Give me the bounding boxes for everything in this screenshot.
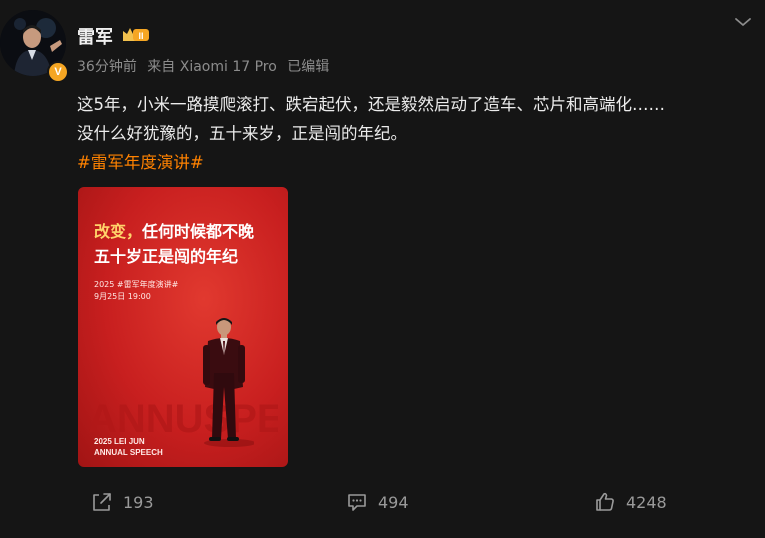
crown-level-badge-icon[interactable]: II xyxy=(121,25,151,43)
weibo-post-card: V 雷军 II 36分钟前 来自 Xiaomi 17 Pro 已编辑 这5年，小… xyxy=(0,0,765,538)
share-icon xyxy=(93,493,111,511)
comment-count: 494 xyxy=(378,492,409,512)
chevron-down-icon xyxy=(735,18,751,26)
hashtag-link[interactable]: #雷军年度演讲# xyxy=(77,148,665,177)
repost-button[interactable]: 193 xyxy=(91,488,154,516)
action-bar: 193 494 4248 xyxy=(0,488,765,516)
post-time[interactable]: 36分钟前 xyxy=(77,59,137,75)
post-text-line-1: 这5年，小米一路摸爬滚打、跌宕起伏，还是毅然启动了造车、芯片和高端化…… xyxy=(77,95,665,114)
post-text: 这5年，小米一路摸爬滚打、跌宕起伏，还是毅然启动了造车、芯片和高端化…… 没什么… xyxy=(77,90,665,177)
poster-footer-line-1: 2025 LEI JUN xyxy=(94,437,145,446)
speaker-figure-icon xyxy=(203,318,254,447)
like-count: 4248 xyxy=(626,492,667,512)
post-image[interactable]: ANNUSPEE 改变，任何时候都不晚 五十岁正是闯的年纪 2025 #雷军年度… xyxy=(78,187,288,467)
edited-label[interactable]: 已编辑 xyxy=(287,59,329,75)
poster-headline-line-2: 五十岁正是闯的年纪 xyxy=(94,247,239,266)
verified-badge: V xyxy=(47,61,69,83)
author-name[interactable]: 雷军 xyxy=(77,23,113,49)
poster-headline-accent: 改变， xyxy=(94,222,143,241)
comment-icon xyxy=(348,494,366,511)
comment-button[interactable]: 494 xyxy=(346,488,409,516)
poster-headline: 改变，任何时候都不晚 五十岁正是闯的年纪 xyxy=(94,219,254,269)
level-badge-label: II xyxy=(138,31,143,41)
post-text-line-2: 没什么好犹豫的，五十来岁，正是闯的年纪。 xyxy=(77,124,407,143)
poster-event-info: 2025 #雷军年度演讲# 9月25日 19:00 xyxy=(94,279,178,303)
post-meta: 36分钟前 来自 Xiaomi 17 Pro 已编辑 xyxy=(77,56,329,76)
poster-event-time: 9月25日 19:00 xyxy=(94,292,151,301)
poster-headline-rest: 任何时候都不晚 xyxy=(142,222,255,241)
repost-count: 193 xyxy=(123,492,154,512)
more-menu-button[interactable] xyxy=(733,14,753,30)
poster-footer-line-2: ANNUAL SPEECH xyxy=(94,448,163,457)
post-source: 来自 Xiaomi 17 Pro xyxy=(147,59,277,75)
poster-event-name: 2025 #雷军年度演讲# xyxy=(94,280,179,289)
poster-footer: 2025 LEI JUN ANNUAL SPEECH xyxy=(94,436,163,458)
thumbs-up-icon xyxy=(596,492,614,511)
like-button[interactable]: 4248 xyxy=(594,488,667,516)
